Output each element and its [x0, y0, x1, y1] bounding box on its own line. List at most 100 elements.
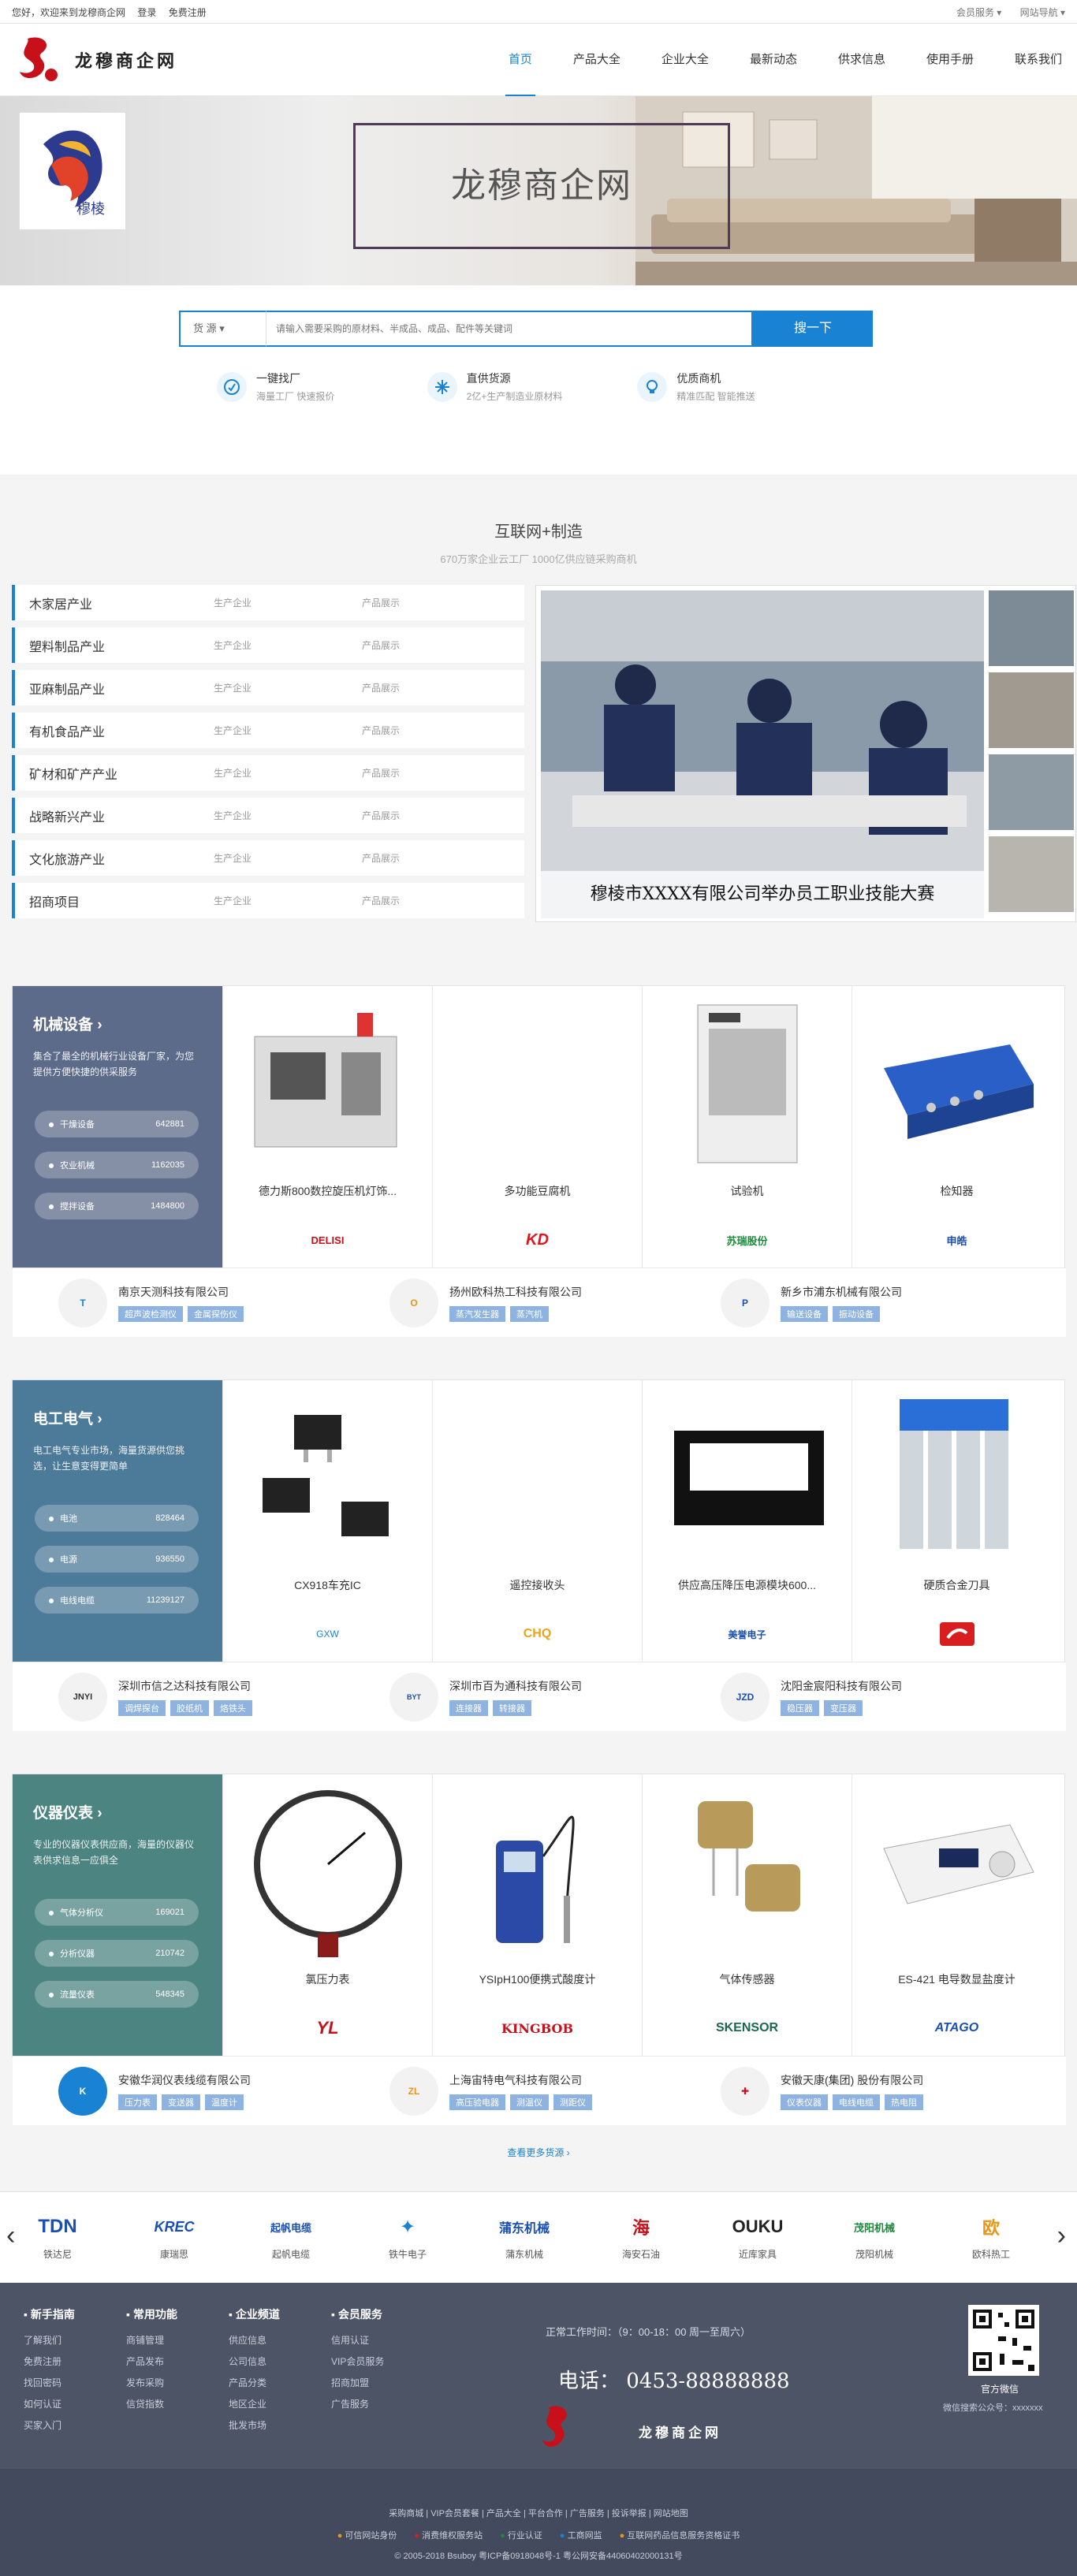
industry-row[interactable]: 木家居产业 生产企业 产品展示: [12, 585, 524, 620]
footer-link[interactable]: VIP会员服务: [331, 2351, 426, 2373]
trust-badge[interactable]: ● 工商网监: [560, 2529, 602, 2541]
tag[interactable]: 热电阻: [885, 2094, 923, 2110]
company-item[interactable]: T 南京天测科技有限公司 超声波检测仪 金属探伤仪: [13, 1268, 344, 1337]
gallery-thumb[interactable]: [989, 672, 1074, 748]
footer-link[interactable]: 如何认证: [24, 2394, 118, 2415]
footer-link[interactable]: 供应信息: [229, 2330, 323, 2351]
industry-link-products[interactable]: 产品展示: [362, 851, 400, 865]
chevron-right-icon[interactable]: ›: [1057, 2220, 1066, 2251]
footer-link[interactable]: 发布采购: [126, 2373, 221, 2394]
category-title[interactable]: 电工电气 ›: [33, 1407, 202, 1428]
footer-links[interactable]: 采购商城 | VIP会员套餐 | 产品大全 | 平台合作 | 广告服务 | 投诉…: [0, 2469, 1077, 2519]
tag[interactable]: 金属探伤仪: [188, 1305, 244, 1322]
member-service-menu[interactable]: 会员服务 ▾: [956, 7, 1001, 18]
industry-link-products[interactable]: 产品展示: [362, 681, 400, 694]
trust-badge[interactable]: ● 可信网站身份: [337, 2529, 397, 2541]
stat-pill[interactable]: 搅拌设备 1484800: [35, 1193, 199, 1219]
footer-link[interactable]: 产品发布: [126, 2351, 221, 2373]
stat-pill[interactable]: 电线电缆 11239127: [35, 1587, 199, 1614]
footer-link[interactable]: 批发市场: [229, 2415, 323, 2436]
login-link[interactable]: 登录: [137, 7, 156, 18]
brand-item[interactable]: OUKU 近库家具: [714, 2211, 801, 2261]
footer-link[interactable]: 免费注册: [24, 2351, 118, 2373]
gallery-main-photo[interactable]: 穆棱市XXXX有限公司举办员工职业技能大赛: [541, 590, 984, 918]
tag[interactable]: 转接器: [493, 1699, 531, 1716]
footer-link[interactable]: 找回密码: [24, 2373, 118, 2394]
footer-link[interactable]: 公司信息: [229, 2351, 323, 2373]
industry-link-products[interactable]: 产品展示: [362, 724, 400, 737]
nav-home[interactable]: 首页: [505, 24, 535, 96]
nav-supply[interactable]: 供求信息: [835, 24, 889, 96]
company-item[interactable]: ZL 上海宙特电气科技有限公司 高压验电器 测温仪 测距仪: [344, 2057, 675, 2125]
stat-pill[interactable]: 分析仪器 210742: [35, 1940, 199, 1967]
site-nav-menu[interactable]: 网站导航 ▾: [1020, 7, 1065, 18]
tag[interactable]: 温度计: [205, 2094, 244, 2110]
industry-link-companies[interactable]: 生产企业: [214, 638, 362, 652]
tag[interactable]: 测温仪: [510, 2094, 549, 2110]
brand-item[interactable]: 蒲东机械 蒲东机械: [481, 2211, 568, 2261]
category-title[interactable]: 机械设备 ›: [33, 1013, 202, 1034]
product-card[interactable]: 遥控接收头 CHQ: [432, 1380, 642, 1662]
tag[interactable]: 仪表仪器: [781, 2094, 828, 2110]
feature-direct-supply[interactable]: 直供货源 2亿+生产制造业原材料: [427, 370, 638, 403]
industry-link-companies[interactable]: 生产企业: [214, 766, 362, 780]
footer-link[interactable]: 信贷指数: [126, 2394, 221, 2415]
product-card[interactable]: 检知器 申皓: [852, 986, 1061, 1268]
feature-find-factory[interactable]: 一键找厂 海量工厂 快速报价: [217, 370, 427, 403]
company-item[interactable]: JNYI 深圳市信之达科技有限公司 调焊探台 胶纸机 烙铁头: [13, 1662, 344, 1731]
nav-products[interactable]: 产品大全: [570, 24, 624, 96]
stat-pill[interactable]: 电源 936550: [35, 1546, 199, 1573]
industry-row[interactable]: 文化旅游产业 生产企业 产品展示: [12, 840, 524, 876]
industry-link-companies[interactable]: 生产企业: [214, 894, 362, 907]
industry-link-products[interactable]: 产品展示: [362, 894, 400, 907]
company-item[interactable]: K 安徽华润仪表线缆有限公司 压力表 变送器 温度计: [13, 2057, 344, 2125]
industry-link-companies[interactable]: 生产企业: [214, 724, 362, 737]
qr-code-icon[interactable]: [968, 2305, 1039, 2376]
trust-badge[interactable]: ● 消费维权服务站: [414, 2529, 483, 2541]
search-button[interactable]: 搜一下: [753, 311, 873, 347]
gallery-thumb[interactable]: [989, 754, 1074, 830]
industry-row[interactable]: 矿材和矿产产业 生产企业 产品展示: [12, 755, 524, 791]
product-card[interactable]: 硬质合金刀具: [852, 1380, 1061, 1662]
brand-item[interactable]: 欧欧科热工: [948, 2211, 1034, 2261]
tag[interactable]: 蒸汽机: [510, 1305, 549, 1322]
industry-link-products[interactable]: 产品展示: [362, 766, 400, 780]
footer-link[interactable]: 了解我们: [24, 2330, 118, 2351]
more-sources-link[interactable]: 查看更多货源 ›: [0, 2146, 1077, 2159]
nav-companies[interactable]: 企业大全: [658, 24, 712, 96]
tag[interactable]: 输送设备: [781, 1305, 828, 1322]
nav-manual[interactable]: 使用手册: [923, 24, 977, 96]
stat-pill[interactable]: 流量仪表 548345: [35, 1981, 199, 2008]
product-card[interactable]: 试验机 苏瑞股份: [642, 986, 852, 1268]
tag[interactable]: 烙铁头: [214, 1699, 252, 1716]
footer-link[interactable]: 信用认证: [331, 2330, 426, 2351]
brand-item[interactable]: TDN 铁达尼: [14, 2211, 101, 2261]
tag[interactable]: 电线电缆: [833, 2094, 880, 2110]
trust-badge[interactable]: ● 互联网药品信息服务资格证书: [620, 2529, 740, 2541]
gallery-thumb[interactable]: [989, 590, 1074, 666]
product-card[interactable]: CX918车充IC GXW: [222, 1380, 432, 1662]
footer-link[interactable]: 广告服务: [331, 2394, 426, 2415]
industry-link-products[interactable]: 产品展示: [362, 809, 400, 822]
brand-item[interactable]: ✦ 铁牛电子: [364, 2211, 451, 2261]
footer-link[interactable]: 买家入门: [24, 2415, 118, 2436]
industry-link-companies[interactable]: 生产企业: [214, 596, 362, 609]
brand-item[interactable]: KREC 康瑞思: [131, 2211, 218, 2261]
brand-item[interactable]: 起帆电缆 起帆电缆: [248, 2211, 334, 2261]
footer-link[interactable]: 商铺管理: [126, 2330, 221, 2351]
site-logo[interactable]: 龙穆商企网: [12, 32, 177, 87]
tag[interactable]: 变送器: [162, 2094, 200, 2110]
brand-item[interactable]: 海海安石油: [598, 2211, 684, 2261]
industry-link-companies[interactable]: 生产企业: [214, 809, 362, 822]
category-title[interactable]: 仪器仪表 ›: [33, 1801, 202, 1822]
industry-link-companies[interactable]: 生产企业: [214, 681, 362, 694]
tag[interactable]: 高压验电器: [449, 2094, 505, 2110]
product-card[interactable]: 氯压力表 YL: [222, 1774, 432, 2056]
product-card[interactable]: ES-421 电导数显盐度计 ATAGO: [852, 1774, 1061, 2056]
company-item[interactable]: ✚ 安徽天康(集团) 股份有限公司 仪表仪器 电线电缆 热电阻: [675, 2057, 1006, 2125]
industry-link-products[interactable]: 产品展示: [362, 638, 400, 652]
company-item[interactable]: O 扬州欧科热工科技有限公司 蒸汽发生器 蒸汽机: [344, 1268, 675, 1337]
product-card[interactable]: 多功能豆腐机 KD: [432, 986, 642, 1268]
industry-row[interactable]: 亚麻制品产业 生产企业 产品展示: [12, 670, 524, 705]
industry-row[interactable]: 塑料制品产业 生产企业 产品展示: [12, 627, 524, 663]
